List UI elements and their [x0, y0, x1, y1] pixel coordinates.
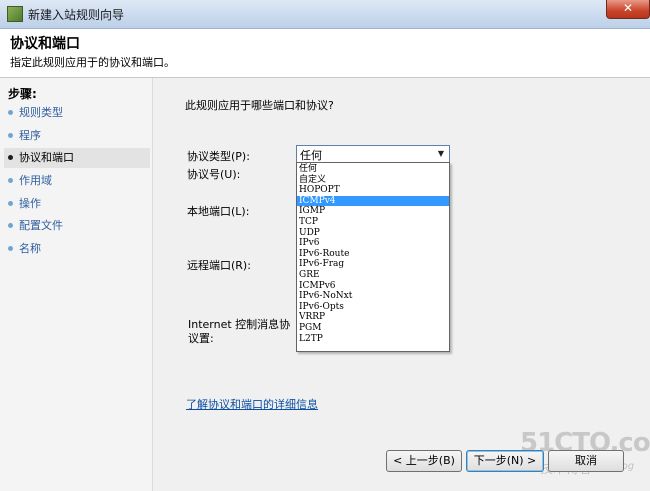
steps-title: 步骤: [8, 87, 37, 101]
step-label: 配置文件 [19, 219, 63, 232]
dropdown-option-highlighted[interactable]: ICMPv4 [297, 195, 449, 207]
dropdown-option[interactable]: ICMPv6 [297, 281, 449, 292]
chevron-down-icon[interactable]: ▼ [433, 146, 449, 162]
wizard-header: 协议和端口 指定此规则应用于的协议和端口。 [0, 29, 650, 78]
dropdown-option[interactable]: IPv6 [297, 238, 449, 249]
cancel-button[interactable]: 取消 [548, 450, 624, 472]
dropdown-option[interactable]: TCP [297, 217, 449, 228]
step-bullet-icon [8, 223, 13, 228]
step-bullet-icon [8, 178, 13, 183]
step-bullet-icon [8, 110, 13, 115]
dropdown-option[interactable]: IPv6-Route [297, 249, 449, 260]
step-label: 规则类型 [19, 106, 63, 119]
dropdown-option[interactable]: 自定义 [297, 175, 449, 186]
title-bar: 新建入站规则向导 ✕ [0, 0, 650, 29]
step-program[interactable]: 程序 [4, 126, 150, 146]
learn-more-link[interactable]: 了解协议和端口的详细信息 [186, 396, 318, 412]
next-button[interactable]: 下一步(N) > [466, 450, 544, 472]
step-label: 作用域 [19, 174, 52, 187]
dropdown-option[interactable]: VRRP [297, 312, 449, 323]
step-bullet-icon [8, 246, 13, 251]
step-label: 操作 [19, 197, 41, 210]
page-description: 指定此规则应用于的协议和端口。 [10, 56, 175, 69]
icmp-settings-label: Internet 控制消息协议置: [188, 318, 291, 345]
firewall-icon [7, 6, 23, 22]
step-name[interactable]: 名称 [4, 239, 150, 259]
question-text: 此规则应用于哪些端口和协议? [185, 99, 334, 112]
step-rule-type[interactable]: 规则类型 [4, 103, 150, 123]
remote-port-label: 远程端口(R): [187, 259, 251, 272]
protocol-type-label: 协议类型(P): [187, 150, 250, 163]
step-bullet-icon [8, 133, 13, 138]
dropdown-option[interactable]: IPv6-NoNxt [297, 291, 449, 302]
dropdown-option[interactable]: L2TP [297, 334, 449, 345]
dropdown-option[interactable]: UDP [297, 228, 449, 239]
close-button[interactable]: ✕ [606, 0, 650, 19]
step-scope[interactable]: 作用域 [4, 171, 150, 191]
back-button[interactable]: < 上一步(B) [386, 450, 462, 472]
step-label: 名称 [19, 242, 41, 255]
dropdown-option[interactable]: IPv6-Frag [297, 259, 449, 270]
step-label: 协议和端口 [19, 151, 74, 164]
step-profile[interactable]: 配置文件 [4, 216, 150, 236]
dropdown-option[interactable]: PGM [297, 323, 449, 334]
dropdown-option[interactable]: IGMP [297, 206, 449, 217]
protocol-dropdown-list[interactable]: 任何 自定义 HOPOPT ICMPv4 IGMP TCP UDP IPv6 I… [296, 162, 450, 352]
dropdown-option[interactable]: GRE [297, 270, 449, 281]
local-port-label: 本地端口(L): [187, 205, 250, 218]
step-bullet-icon [8, 201, 13, 206]
protocol-type-select[interactable]: 任何 ▼ [296, 145, 450, 163]
step-bullet-icon [8, 155, 13, 160]
dropdown-option[interactable]: 任何 [297, 164, 449, 175]
dropdown-option[interactable]: HOPOPT [297, 185, 449, 196]
protocol-number-label: 协议号(U): [187, 168, 241, 181]
step-protocol-ports[interactable]: 协议和端口 [4, 148, 150, 168]
protocol-type-value: 任何 [300, 149, 322, 162]
dropdown-option[interactable]: IPv6-Opts [297, 302, 449, 313]
window-title: 新建入站规则向导 [28, 8, 125, 22]
step-action[interactable]: 操作 [4, 194, 150, 214]
step-label: 程序 [19, 129, 41, 142]
page-title: 协议和端口 [10, 36, 80, 52]
steps-pane: 步骤: 规则类型 程序 协议和端口 作用域 操作 配置文件 名称 [0, 78, 153, 491]
